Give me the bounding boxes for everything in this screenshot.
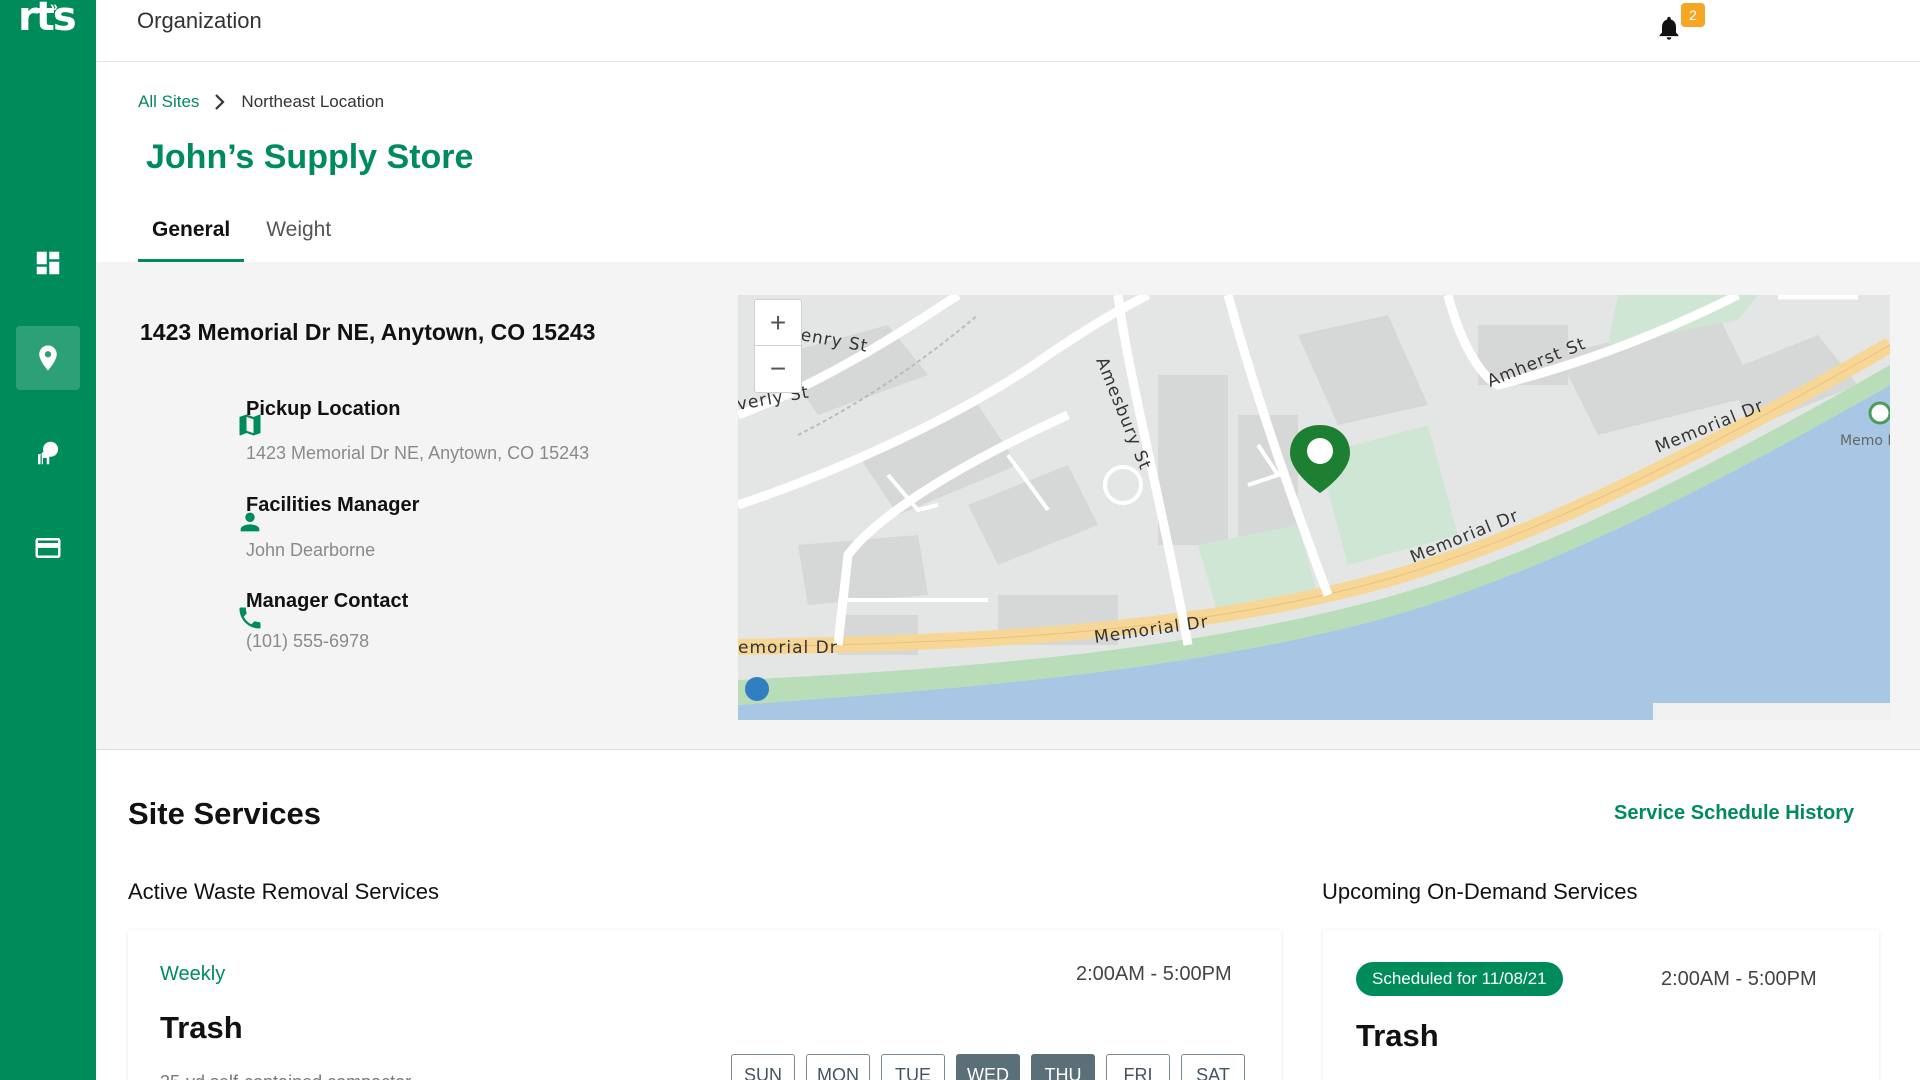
university-marker-icon — [745, 677, 769, 701]
sidebar-item-billing[interactable] — [16, 516, 80, 580]
breadcrumb-current: Northeast Location — [241, 92, 385, 111]
day-fri: FRI — [1106, 1054, 1170, 1080]
map-zoom-controls: + − — [754, 299, 802, 393]
upcoming-service-name: Trash — [1356, 1018, 1439, 1053]
service-description: 35-yd self-contained compactor — [160, 1072, 411, 1080]
day-thu: THU — [1031, 1054, 1095, 1080]
sidebar-item-sites[interactable] — [16, 326, 80, 390]
service-time-window: 2:00AM - 5:00PM — [1076, 963, 1232, 985]
logo-chevrons-icon: » — [50, 0, 58, 14]
day-sat: SAT — [1181, 1054, 1245, 1080]
scheduled-date-badge: Scheduled for 11/08/21 — [1356, 962, 1563, 996]
notifications-button[interactable] — [1655, 14, 1683, 42]
credit-card-icon — [35, 538, 61, 558]
breadcrumb-all-sites-link[interactable]: All Sites — [138, 92, 199, 112]
manager-contact-value[interactable]: (101) 555-6978 — [246, 631, 369, 652]
day-tue: TUE — [881, 1054, 945, 1080]
page-title: John’s Supply Store — [146, 138, 474, 176]
service-schedule-history-link[interactable]: Service Schedule History — [1614, 802, 1854, 825]
upcoming-service-card[interactable]: Scheduled for 11/08/21 2:00AM - 5:00PM T… — [1323, 930, 1879, 1080]
sidebar-item-dashboard[interactable] — [16, 231, 80, 295]
bell-icon — [1659, 16, 1679, 40]
site-address: 1423 Memorial Dr NE, Anytown, CO 15243 — [140, 319, 596, 345]
top-header: Organization 2 — [96, 0, 1920, 62]
breadcrumb: All Sites Northeast Location — [138, 92, 384, 112]
active-service-card[interactable]: Weekly 2:00AM - 5:00PM Trash 35-yd self-… — [128, 930, 1281, 1080]
pickup-location-value: 1423 Memorial Dr NE, Anytown, CO 15243 — [246, 443, 590, 463]
service-name: Trash — [160, 1010, 243, 1045]
poi-label: Memo Drive — [1840, 433, 1890, 449]
upcoming-time-window: 2:00AM - 5:00PM — [1661, 968, 1817, 990]
dashboard-icon — [36, 251, 60, 275]
logo-text: rts — [18, 0, 77, 40]
pickup-location-label: Pickup Location — [246, 398, 401, 420]
facilities-manager-label: Facilities Manager — [246, 494, 420, 516]
day-mon: MON — [806, 1054, 870, 1080]
day-sun: SUN — [731, 1054, 795, 1080]
rts-logo[interactable]: rts » — [18, 0, 78, 50]
tab-weight[interactable]: Weight — [252, 212, 345, 262]
zoom-in-button[interactable]: + — [755, 300, 801, 346]
manager-contact-label: Manager Contact — [246, 590, 409, 612]
tree-icon — [38, 441, 59, 465]
facilities-manager-value: John Dearborne — [246, 540, 376, 560]
poi-marker-icon — [1868, 401, 1890, 425]
chevron-right-icon — [215, 94, 225, 110]
site-services-heading: Site Services — [128, 796, 322, 831]
upcoming-services-heading: Upcoming On-Demand Services — [1322, 879, 1638, 904]
zoom-out-button[interactable]: − — [755, 346, 801, 392]
site-tabs: General Weight — [138, 212, 353, 262]
sidebar: rts » — [0, 0, 96, 1080]
service-days: SUN MON TUE WED THU FRI SAT — [731, 1054, 1245, 1080]
organization-title: Organization — [137, 8, 262, 33]
notification-count-badge: 2 — [1681, 3, 1705, 27]
sidebar-item-sustainability[interactable] — [16, 421, 80, 485]
service-frequency: Weekly — [160, 963, 226, 985]
active-services-heading: Active Waste Removal Services — [128, 879, 439, 904]
day-wed: WED — [956, 1054, 1020, 1080]
street-label-memorial-4: emorial Dr — [738, 638, 838, 658]
location-pin-icon — [39, 345, 57, 371]
site-map[interactable]: enry St verly St Amesbury St Amherst St … — [738, 295, 1890, 720]
tab-general[interactable]: General — [138, 212, 245, 262]
